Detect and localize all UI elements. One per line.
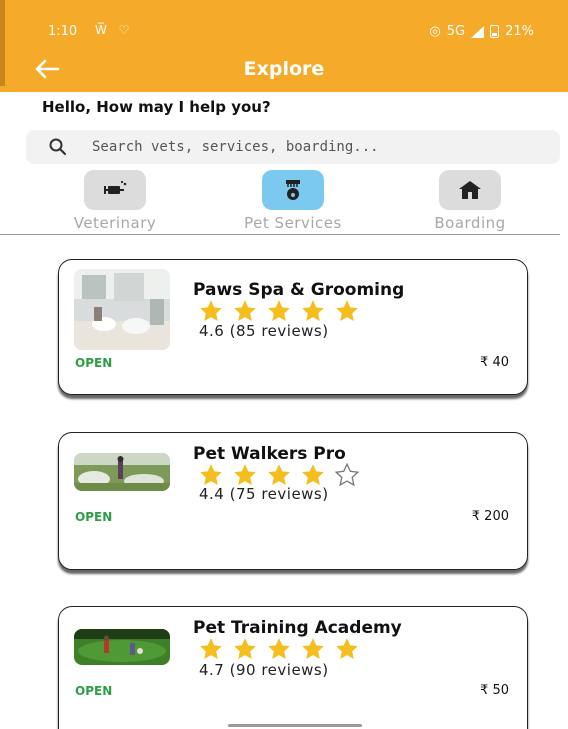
star-filled-icon <box>302 638 324 659</box>
star-filled-icon <box>268 638 290 659</box>
category-icon-box <box>439 170 501 210</box>
listing-image <box>74 269 170 350</box>
star-filled-icon <box>200 300 222 321</box>
category-pet-services[interactable]: Pet Services <box>228 170 358 232</box>
star-filled-icon <box>268 300 290 321</box>
rating-text: 4.6 (85 reviews) <box>199 322 329 340</box>
open-status: OPEN <box>75 356 113 370</box>
status-right: ◎ 5G 21% <box>429 24 534 39</box>
network-label: 5G <box>446 24 466 39</box>
category-icon-box <box>262 170 324 210</box>
status-time: 1:10 <box>48 24 78 39</box>
category-label: Boarding <box>434 214 506 232</box>
listing-price: ₹ 50 <box>480 683 509 698</box>
rating-text: 4.4 (75 reviews) <box>199 485 329 503</box>
listing-name: Pet Training Academy <box>193 618 402 638</box>
star-filled-icon <box>302 300 324 321</box>
battery-icon <box>490 25 500 38</box>
star-filled-icon <box>234 300 256 321</box>
page-title: Explore <box>243 58 325 80</box>
category-icon-box <box>84 170 146 210</box>
listing-image <box>74 453 170 491</box>
rating-stars <box>197 298 361 324</box>
category-boarding[interactable]: Boarding <box>405 170 535 232</box>
star-filled-icon <box>200 638 222 659</box>
pet-grooming-icon <box>286 180 300 200</box>
syringe-icon <box>104 180 127 194</box>
hotspot-icon: ◎ <box>429 24 441 39</box>
star-filled-icon <box>336 300 358 321</box>
notification-icons: W̅ ♡ <box>95 23 134 37</box>
listing-name: Pet Walkers Pro <box>193 444 346 464</box>
rating-stars <box>197 636 361 662</box>
listing-card[interactable]: Paws Spa & Grooming 4.6 (85 reviews) OPE… <box>58 259 528 395</box>
search-input[interactable] <box>92 139 512 155</box>
search-bar[interactable] <box>26 130 560 164</box>
greeting-text: Hello, How may I help you? <box>42 98 271 116</box>
category-divider <box>0 234 560 235</box>
category-label: Veterinary <box>73 214 157 232</box>
battery-level: 21% <box>505 24 534 39</box>
listing-price: ₹ 40 <box>480 355 509 370</box>
category-label: Pet Services <box>244 214 342 232</box>
rating-text: 4.7 (90 reviews) <box>199 661 329 679</box>
gesture-home-bar[interactable] <box>228 724 362 727</box>
house-icon <box>459 181 481 199</box>
star-filled-icon <box>234 638 256 659</box>
listing-card[interactable]: Pet Training Academy 4.7 (90 reviews) OP… <box>58 606 528 729</box>
open-status: OPEN <box>75 684 113 698</box>
listing-card[interactable]: Pet Walkers Pro 4.4 (75 reviews) OPEN ₹ … <box>58 432 528 570</box>
status-bar: 1:10 W̅ ♡ ◎ 5G 21% <box>0 0 568 50</box>
listing-name: Paws Spa & Grooming <box>193 280 405 300</box>
search-icon <box>49 138 67 156</box>
star-filled-icon <box>336 638 358 659</box>
listing-price: ₹ 200 <box>471 509 509 524</box>
open-status: OPEN <box>75 510 113 524</box>
listing-image <box>74 629 170 665</box>
category-veterinary[interactable]: Veterinary <box>50 170 180 232</box>
star-empty-icon <box>334 462 360 487</box>
signal-icon <box>471 25 485 38</box>
